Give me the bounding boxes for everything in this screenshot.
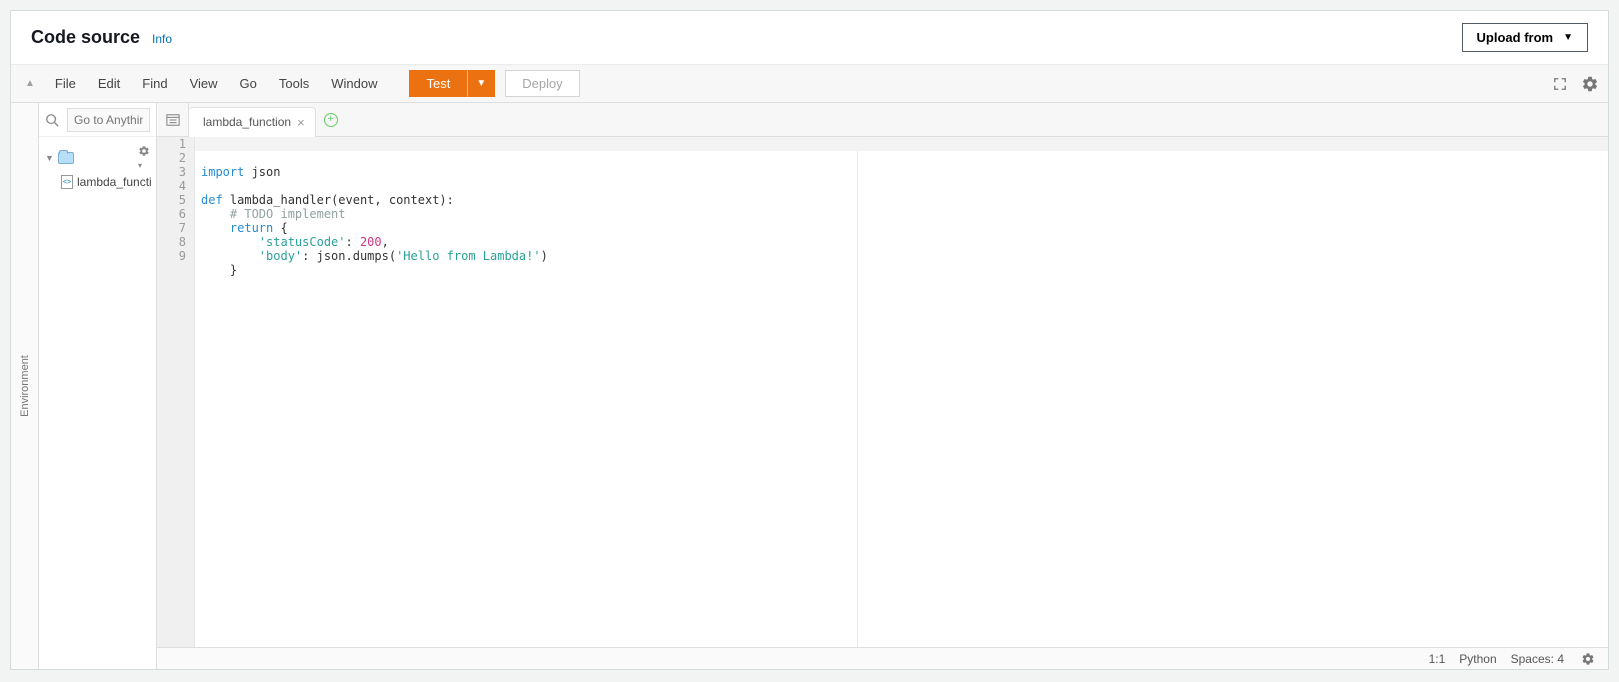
tab-bar: lambda_function × + <box>157 103 1608 137</box>
header-left: Code source Info <box>31 27 172 48</box>
editor-column: lambda_function × + 123456789 import jso… <box>157 103 1608 669</box>
chevron-down-icon: ▼ <box>45 153 54 163</box>
tree-settings-icon[interactable]: ▾ <box>138 145 150 171</box>
sidebar-toolbar <box>39 103 156 137</box>
test-button-group: Test ▼ <box>409 70 495 97</box>
code-source-panel: Code source Info Upload from ▼ ▲ File Ed… <box>10 10 1609 670</box>
test-dropdown-button[interactable]: ▼ <box>467 70 495 97</box>
file-sidebar: ▼ ▾ <> lambda_function.py <box>39 103 157 669</box>
menubar: ▲ File Edit Find View Go Tools Window Te… <box>11 65 1608 103</box>
menu-go[interactable]: Go <box>230 70 267 97</box>
menu-tools[interactable]: Tools <box>269 70 319 97</box>
menu-find[interactable]: Find <box>132 70 177 97</box>
plus-icon: + <box>324 113 338 127</box>
new-tab-button[interactable]: + <box>316 103 346 136</box>
outline-toggle-icon[interactable] <box>157 103 189 136</box>
search-icon[interactable] <box>45 113 61 127</box>
action-buttons: Test ▼ Deploy <box>409 70 579 97</box>
caret-down-icon: ▼ <box>1563 32 1573 43</box>
tree-root-folder[interactable]: ▼ ▾ <box>43 143 152 173</box>
page-title: Code source <box>31 27 140 48</box>
code-editor[interactable]: 123456789 import json def lambda_handler… <box>157 137 1608 647</box>
environment-rail-label: Environment <box>19 355 31 417</box>
environment-rail[interactable]: Environment <box>11 103 39 669</box>
menubar-right-icons <box>1550 74 1600 94</box>
status-gear-icon[interactable] <box>1578 649 1598 669</box>
cursor-position[interactable]: 1:1 <box>1429 652 1446 666</box>
line-gutter: 123456789 <box>157 137 195 647</box>
close-icon[interactable]: × <box>297 115 305 130</box>
menu-edit[interactable]: Edit <box>88 70 130 97</box>
panel-header: Code source Info Upload from ▼ <box>11 11 1608 65</box>
indent-setting[interactable]: Spaces: 4 <box>1511 652 1564 666</box>
status-bar: 1:1 Python Spaces: 4 <box>157 647 1608 669</box>
folder-icon <box>58 152 74 164</box>
go-to-anything-input[interactable] <box>67 108 150 132</box>
test-button[interactable]: Test <box>409 70 467 97</box>
code-content[interactable]: import json def lambda_handler(event, co… <box>195 137 1608 647</box>
upload-from-label: Upload from <box>1477 30 1554 45</box>
info-link[interactable]: Info <box>152 32 172 46</box>
menu-file[interactable]: File <box>45 70 86 97</box>
menu-window[interactable]: Window <box>321 70 387 97</box>
collapse-icon[interactable]: ▲ <box>19 78 41 89</box>
fullscreen-icon[interactable] <box>1550 74 1570 94</box>
tab-label: lambda_function <box>203 115 291 129</box>
language-mode[interactable]: Python <box>1459 652 1496 666</box>
file-tree: ▼ ▾ <> lambda_function.py <box>39 137 156 197</box>
ide-body: Environment ▼ ▾ <> lambda_fu <box>11 103 1608 669</box>
gear-icon[interactable] <box>1580 74 1600 94</box>
menu-view[interactable]: View <box>180 70 228 97</box>
tree-file-lambda[interactable]: <> lambda_function.py <box>43 173 152 191</box>
current-line-highlight <box>195 137 1608 151</box>
deploy-button: Deploy <box>505 70 579 97</box>
tree-file-label: lambda_function.py <box>77 175 152 189</box>
tab-lambda-function[interactable]: lambda_function × <box>189 107 316 136</box>
python-file-icon: <> <box>61 175 73 189</box>
upload-from-button[interactable]: Upload from ▼ <box>1462 23 1588 52</box>
menu-list: File Edit Find View Go Tools Window <box>45 70 388 97</box>
